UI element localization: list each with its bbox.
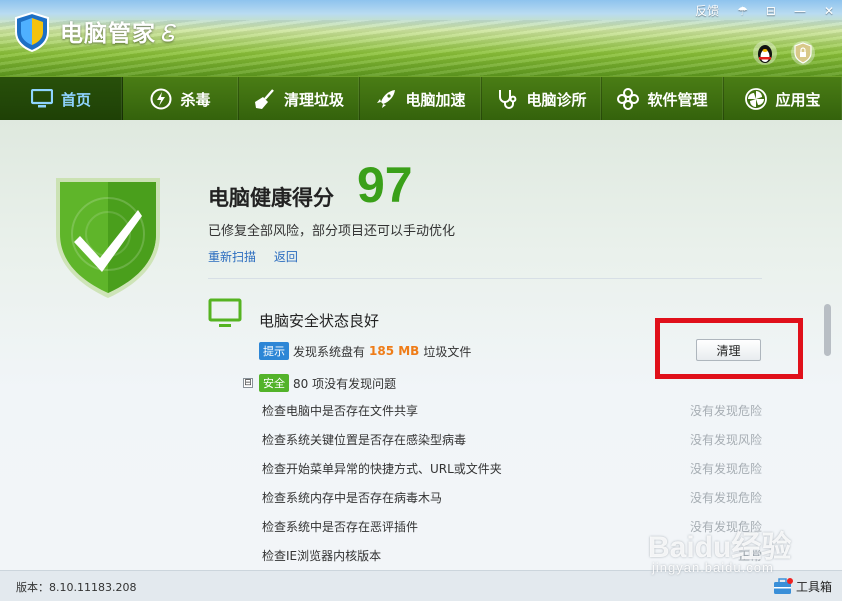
nav-antivirus[interactable]: 杀毒: [123, 77, 239, 121]
back-link[interactable]: 返回: [274, 250, 298, 264]
check-list: 检查电脑中是否存在文件共享 没有发现危险 检查系统关键位置是否存在感染型病毒 没…: [262, 396, 762, 570]
lightning-icon: [150, 88, 172, 110]
window-controls: 反馈 ☂ ⊟ — ✕: [677, 2, 834, 19]
check-label: 检查开始菜单异常的快捷方式、URL或文件夹: [262, 462, 502, 476]
check-result: 没有发现风险: [689, 433, 762, 447]
status-bar: 版本：8.10.11183.208 工具箱: [0, 570, 842, 601]
nav-label: 应用宝: [775, 90, 821, 109]
list-item: 检查系统中是否存在恶评插件 没有发现危险: [262, 512, 762, 541]
version-text: 版本：8.10.11183.208: [16, 581, 137, 594]
check-label: 检查IE浏览器内核版本: [262, 549, 382, 563]
health-score: 97: [357, 157, 413, 213]
app-title-text: 电脑管家: [60, 21, 156, 47]
feedback-link[interactable]: 反馈: [695, 2, 719, 19]
title-bar: 电脑管家 Ꮛ 反馈 ☂ ⊟ — ✕: [0, 0, 842, 76]
action-links: 重新扫描 返回: [208, 248, 312, 265]
safe-text: 80 项没有发现问题: [293, 376, 397, 391]
list-item: 检查系统内存中是否存在病毒木马 没有发现危险: [262, 483, 762, 512]
nav-appstore[interactable]: 应用宝: [724, 77, 842, 121]
minimize-button[interactable]: —: [794, 4, 806, 18]
safe-badge: 安全: [259, 374, 289, 392]
check-result: 正常: [737, 549, 762, 563]
list-item: 检查开始菜单异常的快捷方式、URL或文件夹 没有发现危险: [262, 454, 762, 483]
monitor-icon: [30, 88, 53, 110]
monitor-icon: [208, 298, 242, 327]
check-result: 没有发现危险: [689, 404, 762, 418]
health-subtitle: 已修复全部风险，部分项目还可以手动优化: [208, 224, 456, 239]
nav-home[interactable]: 首页: [0, 77, 123, 121]
check-label: 检查系统中是否存在恶评插件: [262, 520, 419, 534]
nav-label: 电脑诊所: [526, 90, 587, 109]
junk-tip: 提示 发现系统盘有 185 MB 垃圾文件: [259, 342, 471, 360]
app-logo-icon: [15, 12, 49, 52]
flower-icon: [617, 88, 640, 110]
tip-badge: 提示: [259, 342, 289, 360]
check-label: 检查电脑中是否存在文件共享: [262, 404, 419, 418]
menu-icon[interactable]: ⊟: [766, 4, 776, 18]
security-status-title: 电脑安全状态良好: [259, 312, 380, 330]
home-panel: 电脑健康得分 97 已修复全部风险，部分项目还可以手动优化 重新扫描 返回 电脑…: [0, 120, 842, 570]
close-button[interactable]: ✕: [824, 4, 834, 18]
nav-label: 清理垃圾: [283, 90, 344, 109]
check-label: 检查系统内存中是否存在病毒木马: [262, 491, 443, 505]
highlight-box: [655, 318, 803, 379]
nav-speedup[interactable]: 电脑加速: [360, 77, 482, 121]
skin-icon[interactable]: ☂: [737, 4, 748, 18]
app-title-deco: Ꮛ: [160, 21, 176, 47]
account-icons: [740, 40, 816, 66]
health-score-title: 电脑健康得分: [208, 186, 334, 210]
tip-suffix: 垃圾文件: [423, 344, 472, 359]
qq-penguin-icon[interactable]: [752, 40, 778, 66]
check-result: 没有发现危险: [689, 462, 762, 476]
check-label: 检查系统关键位置是否存在感染型病毒: [262, 433, 467, 447]
nav-label: 杀毒: [180, 90, 211, 109]
nav-software[interactable]: 软件管理: [602, 77, 724, 121]
nav-label: 软件管理: [647, 90, 708, 109]
check-result: 没有发现危险: [689, 520, 762, 534]
tip-prefix: 发现系统盘有: [293, 344, 366, 359]
lock-shield-icon[interactable]: [790, 40, 816, 66]
stethoscope-icon: [496, 88, 518, 110]
nav-label: 首页: [60, 90, 91, 109]
check-result: 没有发现危险: [689, 491, 762, 505]
divider: [208, 278, 762, 279]
broom-icon: [254, 88, 276, 110]
junk-size: 185 MB: [369, 344, 420, 358]
rescan-link[interactable]: 重新扫描: [208, 250, 256, 264]
list-item: 检查电脑中是否存在文件共享 没有发现危险: [262, 396, 762, 425]
app-title: 电脑管家 Ꮛ: [60, 14, 176, 48]
scrollbar-thumb[interactable]: [824, 304, 831, 356]
list-item: 检查IE浏览器内核版本 正常: [262, 541, 762, 570]
safe-summary: ⊟ 安全 80 项没有发现问题: [243, 374, 396, 392]
collapse-toggle[interactable]: ⊟: [243, 378, 253, 388]
toolbox-label: 工具箱: [795, 579, 832, 594]
toolbox-button[interactable]: 工具箱: [773, 577, 832, 595]
rocket-icon: [375, 88, 397, 110]
main-nav: 首页 杀毒 清理垃圾 电脑加速 电脑诊所 软件管理 应用宝: [0, 76, 842, 121]
list-item: 检查系统关键位置是否存在感染型病毒 没有发现风险: [262, 425, 762, 454]
toolbox-icon: [773, 577, 793, 595]
nav-clinic[interactable]: 电脑诊所: [482, 77, 602, 121]
check-shield-icon: [56, 178, 160, 298]
nav-clean[interactable]: 清理垃圾: [239, 77, 360, 121]
pinwheel-icon: [745, 88, 768, 110]
nav-label: 电脑加速: [405, 90, 466, 109]
